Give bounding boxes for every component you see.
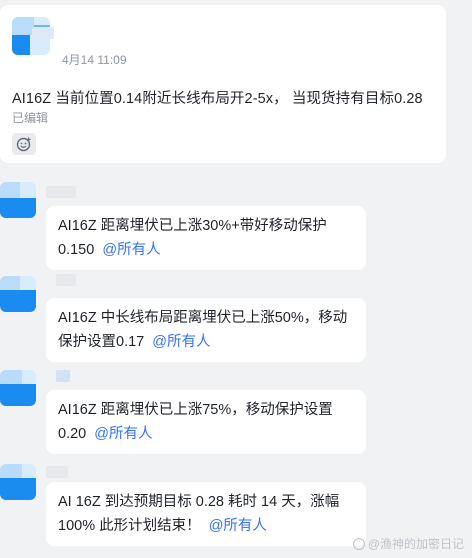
mention-all-link[interactable]: @所有人 (102, 242, 160, 258)
avatar[interactable] (0, 370, 36, 406)
edited-label: 已编辑 (12, 111, 49, 125)
mention-all-link[interactable]: @所有人 (209, 518, 267, 534)
watermark-icon (352, 537, 365, 550)
sender-name (32, 27, 54, 39)
add-reaction-button[interactable] (12, 133, 36, 155)
message-bubble: AI16Z 距离埋伏已上涨30%+带好移动保护 0.150 @所有人 (46, 206, 366, 270)
timestamp: 4月14 11:09 (62, 53, 127, 67)
sender-name (56, 274, 76, 286)
avatar[interactable] (0, 276, 36, 312)
sender-name (46, 466, 68, 478)
message-bubble: AI16Z 距离埋伏已上涨75%，移动保护设置 0.20 @所有人 (46, 390, 366, 454)
watermark: @渔神的加密日记 (352, 535, 464, 552)
sender-name (46, 186, 76, 198)
add-reaction-icon (16, 137, 31, 152)
message-line: 0.150 @所有人 (58, 242, 161, 258)
message-bubble: AI 16Z 到达预期目标 0.28 耗时 14 天，涨幅 100% 此形计划结… (46, 482, 366, 546)
watermark-text: @渔神的加密日记 (367, 537, 464, 551)
mention-all-link[interactable]: @所有人 (152, 334, 210, 350)
message-text: AI16Z 当前位置0.14附近长线布局开2-5x， 当现货持有目标0.28 (12, 91, 423, 107)
sender-name (56, 370, 70, 382)
message-line: AI16Z 中长线布局距离埋伏已上涨50%，移动 (58, 310, 348, 326)
message-line: 100% 此形计划结束！ @所有人 (58, 518, 267, 534)
message-line: AI 16Z 到达预期目标 0.28 耗时 14 天，涨幅 (58, 494, 340, 510)
message-line: 0.20 @所有人 (58, 426, 153, 442)
message-line: AI16Z 距离埋伏已上涨30%+带好移动保护 (58, 218, 327, 234)
avatar[interactable] (0, 464, 36, 500)
message-line: 保护设置0.17 @所有人 (58, 334, 211, 350)
message-bubble: AI16Z 中长线布局距离埋伏已上涨50%，移动 保护设置0.17 @所有人 (46, 298, 366, 362)
avatar[interactable] (0, 182, 36, 218)
mention-all-link[interactable]: @所有人 (94, 426, 152, 442)
message-line: AI16Z 距离埋伏已上涨75%，移动保护设置 (58, 402, 333, 418)
message-card: 4月14 11:09 AI16Z 当前位置0.14附近长线布局开2-5x， 当现… (0, 5, 446, 163)
